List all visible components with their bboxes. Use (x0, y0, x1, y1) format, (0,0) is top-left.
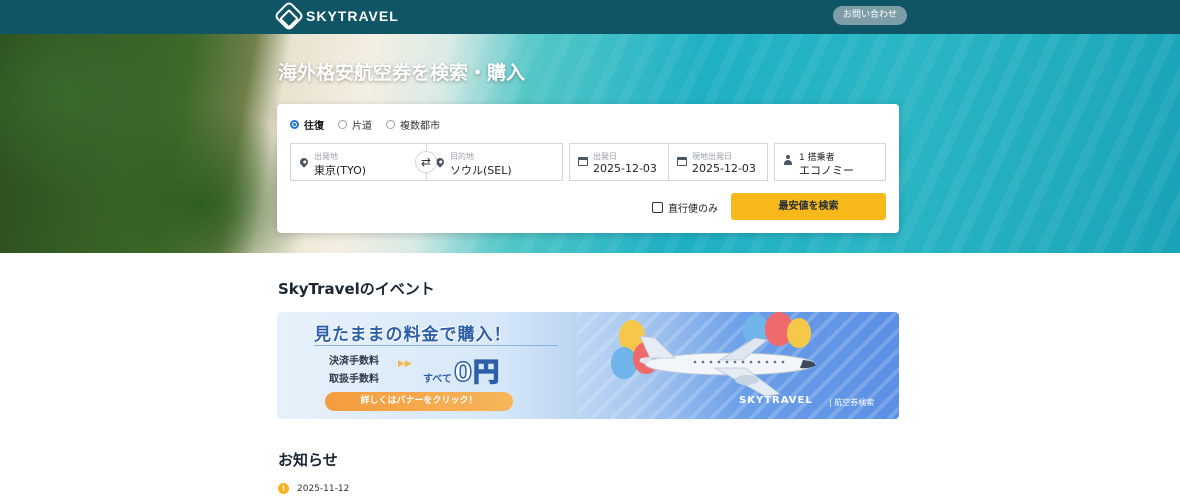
return-date-field[interactable]: 現地出発日 2025-12-03 (668, 143, 768, 181)
return-label: 現地出発日 (692, 152, 732, 161)
banner-amount: 0円 (453, 357, 501, 389)
brand-logo[interactable]: SKYTRAVEL (273, 0, 399, 32)
radio-selected-icon (290, 120, 299, 129)
trip-type-oneway[interactable]: 片道 (338, 117, 372, 132)
destination-value: ソウル(SEL) (450, 164, 512, 177)
person-icon (784, 155, 792, 167)
radio-icon (386, 120, 395, 129)
location-pin-icon (298, 156, 310, 168)
top-navbar: SKYTRAVEL お問い合わせ (0, 0, 1180, 34)
swap-airports-button[interactable]: ⇄ (415, 151, 437, 173)
news-section-title: お知らせ (278, 451, 338, 469)
trip-type-roundtrip[interactable]: 往復 (290, 117, 324, 132)
notice-icon: ! (278, 483, 289, 494)
contact-button[interactable]: お問い合わせ (833, 6, 908, 25)
news-date: 2025-11-12 (297, 483, 350, 494)
banner-fee-handling: 取扱手数料 (329, 374, 379, 385)
departure-value: 2025-12-03 (593, 162, 657, 175)
origin-field[interactable]: 出発地 東京(TYO) (290, 143, 427, 181)
trip-type-label: 片道 (352, 121, 372, 132)
search-button[interactable]: 最安値を検索 (731, 193, 886, 220)
banner-cta-button[interactable]: 詳しくはバナーをクリック！ (325, 392, 513, 411)
direct-only-toggle[interactable]: 直行便のみ (652, 200, 718, 215)
origin-label: 出発地 (314, 152, 338, 161)
news-item[interactable]: ! 2025-11-12 (278, 483, 349, 494)
trip-type-label: 複数都市 (400, 121, 440, 132)
return-value: 2025-12-03 (692, 162, 756, 175)
event-banner[interactable]: 見たままの料金で購入！ 決済手数料 取扱手数料 ▶▶ すべて 0円 詳しくはバナ… (277, 312, 899, 419)
trip-type-multicity[interactable]: 複数都市 (386, 117, 440, 132)
arrow-icon: ▶▶ (398, 359, 412, 369)
passenger-field[interactable]: 1 搭乗者 エコノミー (774, 143, 886, 181)
flight-search-card: 往復 片道 複数都市 出発地 東京(TYO) ⇄ 目的地 ソウル(SEL) 出発… (277, 104, 899, 233)
trip-type-selector: 往復 片道 複数都市 (290, 117, 440, 132)
departure-date-field[interactable]: 出発日 2025-12-03 (569, 143, 669, 181)
banner-brand-sub: | 航空券検索 (829, 398, 875, 407)
banner-brand: SKYTRAVEL (739, 395, 813, 406)
brand-name: SKYTRAVEL (306, 8, 399, 24)
banner-headline: 見たままの料金で購入！ (314, 325, 512, 345)
calendar-icon (677, 157, 687, 166)
direct-only-checkbox[interactable] (652, 202, 663, 213)
destination-label: 目的地 (450, 152, 474, 161)
events-section-title: SkyTravelのイベント (278, 280, 435, 298)
trip-type-label: 往復 (304, 121, 324, 132)
banner-fee-settlement: 決済手数料 (329, 356, 379, 367)
banner-divider (314, 345, 558, 346)
calendar-icon (578, 157, 588, 166)
cabin-class: エコノミー (799, 164, 854, 177)
destination-field[interactable]: 目的地 ソウル(SEL) (426, 143, 563, 181)
airplane-icon (639, 335, 816, 397)
radio-icon (338, 120, 347, 129)
origin-value: 東京(TYO) (314, 164, 367, 177)
logo-icon (273, 0, 305, 32)
direct-only-label: 直行便のみ (668, 204, 718, 215)
departure-label: 出発日 (593, 152, 617, 161)
hero-title: 海外格安航空券を検索・購入 (278, 62, 526, 84)
banner-all-label: すべて (423, 374, 452, 385)
